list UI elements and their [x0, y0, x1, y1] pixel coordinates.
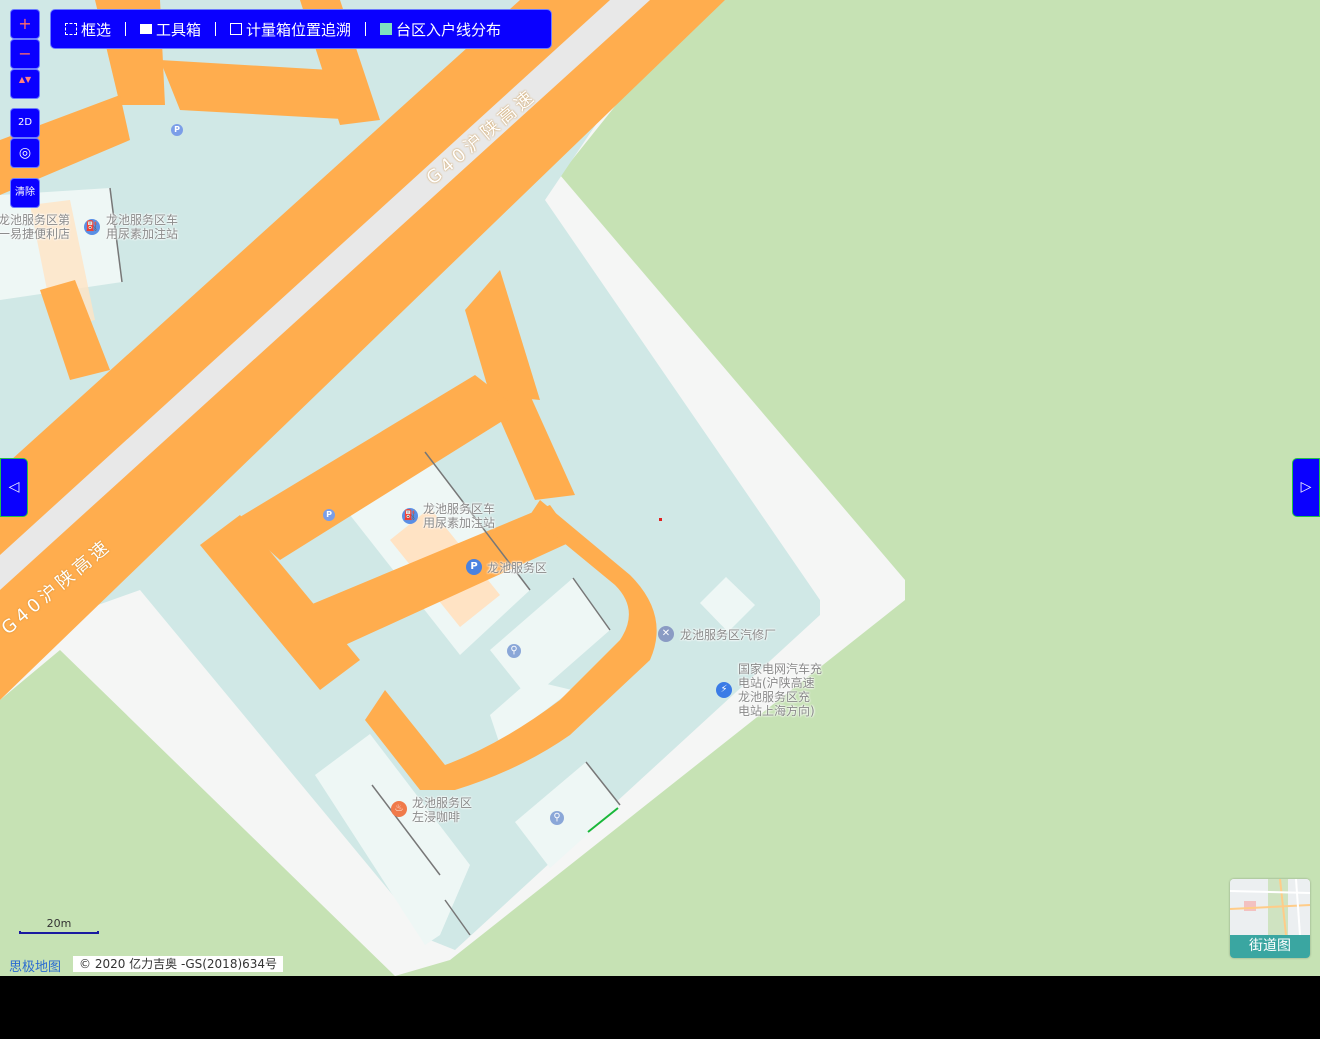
toilet-icon[interactable]: ⚲	[550, 811, 564, 825]
toolbar-divider	[125, 22, 127, 36]
toolbar-divider	[215, 22, 217, 36]
meter-box-trace-label: 计量箱位置追溯	[246, 20, 352, 39]
top-toolbar: 框选 工具箱 计量箱位置追溯 台区入户线分布	[50, 9, 552, 49]
bottom-black-bar	[0, 976, 1320, 1039]
service-line-distribution-button[interactable]: 台区入户线分布	[380, 19, 501, 40]
select-label: 框选	[81, 20, 112, 39]
zoom-out-button[interactable]: −	[10, 39, 40, 69]
left-panel-toggle[interactable]: ◁	[0, 458, 28, 517]
select-button[interactable]: 框选	[65, 19, 111, 40]
toolbox-icon	[140, 24, 153, 34]
poi-label-repair-shop[interactable]: 龙池服务区汽修厂	[680, 628, 776, 642]
copyright-text: © 2020 亿力吉奥 -GS(2018)634号	[73, 956, 284, 972]
poi-label-service-area[interactable]: 龙池服务区	[487, 561, 547, 575]
poi-label-charging-station[interactable]: 国家电网汽车充 电站(沪陕高速 龙池服务区充 电站上海方向)	[738, 662, 822, 718]
map-brand-link[interactable]: 思极地图	[9, 956, 61, 975]
compass-icon[interactable]: ▲▼	[10, 69, 40, 99]
toolbox-label: 工具箱	[156, 20, 202, 39]
toilet-icon[interactable]: ⚲	[507, 644, 521, 658]
view-2d-button[interactable]: 2D	[10, 108, 40, 138]
parking-icon[interactable]: P	[466, 559, 482, 575]
select-icon	[65, 23, 77, 35]
map-canvas[interactable]: G40沪陕高速 G40沪陕高速 龙池服务区第 一易捷便利店 ⛽ 龙池服务区车 用…	[0, 0, 1320, 976]
street-map-thumbnail	[1230, 879, 1310, 935]
poi-label-cafe[interactable]: 龙池服务区 左浸咖啡	[412, 796, 472, 824]
toolbar-divider	[365, 22, 367, 36]
scale-bar: 20m	[18, 917, 100, 937]
meter-box-trace-button[interactable]: 计量箱位置追溯	[230, 19, 351, 40]
clear-button[interactable]: 清除	[10, 178, 40, 208]
scale-label: 20m	[46, 917, 72, 930]
poi-label-convenience-store[interactable]: 龙池服务区第 一易捷便利店	[0, 213, 70, 241]
service-line-distribution-label: 台区入户线分布	[396, 20, 502, 39]
poi-label-urea-station[interactable]: 龙池服务区车 用尿素加注站	[423, 502, 495, 530]
repair-icon[interactable]: ✕	[658, 626, 674, 642]
grid-icon	[380, 23, 393, 35]
fuel-icon[interactable]: ⛽	[402, 508, 418, 524]
locate-icon[interactable]: ◎	[10, 138, 40, 168]
scale-line	[19, 931, 99, 934]
fuel-icon[interactable]: ⛽	[84, 219, 100, 235]
street-map-label: 街道图	[1230, 935, 1310, 958]
charging-icon[interactable]: ⚡	[716, 682, 732, 698]
meter-box-icon	[230, 23, 243, 35]
parking-icon[interactable]: P	[171, 124, 183, 136]
zoom-in-button[interactable]: +	[10, 9, 40, 39]
street-map-switch[interactable]: 街道图	[1230, 879, 1310, 958]
cafe-icon[interactable]: ♨	[391, 801, 407, 817]
toolbox-button[interactable]: 工具箱	[140, 19, 201, 40]
right-panel-toggle[interactable]: ▷	[1292, 458, 1320, 517]
parking-icon[interactable]: P	[323, 509, 335, 521]
map-base-layer	[0, 0, 1320, 976]
poi-label-urea-station[interactable]: 龙池服务区车 用尿素加注站	[106, 213, 178, 241]
